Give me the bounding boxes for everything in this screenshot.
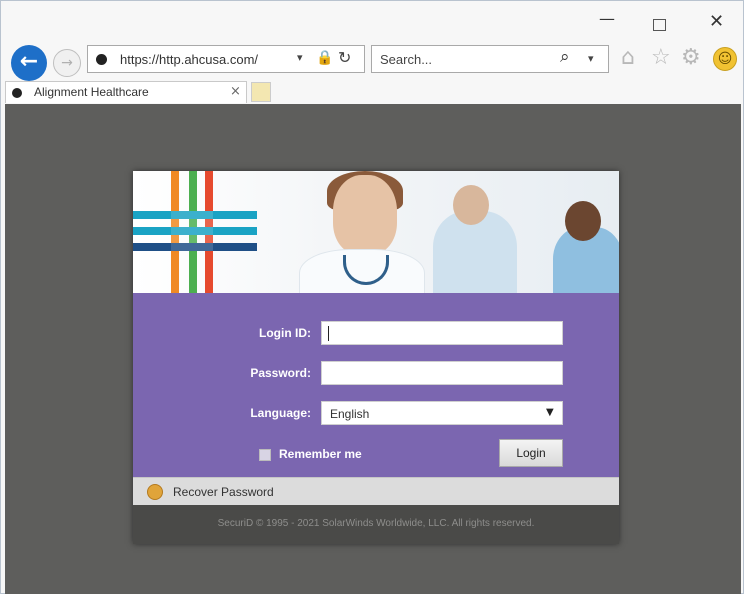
feedback-smiley-icon[interactable]: ☺ (713, 47, 737, 71)
forward-button[interactable]: → (53, 49, 81, 77)
patient-head-illustration (453, 185, 489, 225)
text-caret (328, 326, 329, 341)
search-input[interactable]: Search... (380, 52, 432, 67)
doctor-illustration (333, 175, 397, 255)
password-label: Password: (250, 366, 311, 380)
search-dropdown-icon[interactable]: ▾ (588, 52, 594, 65)
new-tab-button[interactable] (251, 82, 271, 102)
chevron-down-icon[interactable]: ▼ (546, 407, 554, 418)
copyright-text: SecuriD © 1995 - 2021 SolarWinds Worldwi… (217, 518, 535, 529)
remember-me-label[interactable]: Remember me (279, 447, 362, 461)
alignment-healthcare-logo (133, 171, 257, 293)
favorites-star-icon[interactable]: ☆ (651, 45, 671, 70)
settings-gear-icon[interactable]: ⚙ (681, 45, 701, 70)
header-banner (133, 171, 619, 293)
recover-password-icon[interactable] (147, 484, 163, 500)
language-selected-value: English (330, 407, 370, 421)
maximize-button[interactable] (653, 19, 666, 31)
tab-title: Alignment Healthcare (34, 85, 149, 99)
login-id-input[interactable] (321, 321, 563, 345)
address-dropdown-icon[interactable]: ▾ (297, 51, 303, 64)
refresh-icon[interactable]: ↻ (338, 48, 351, 67)
search-icon[interactable]: ⌕ (560, 47, 570, 67)
tab-alignment-healthcare[interactable]: Alignment Healthcare × (5, 81, 247, 103)
login-button[interactable]: Login (499, 439, 563, 467)
url-text[interactable]: https://http.ahcusa.com/ (120, 52, 258, 67)
login-dialog: Login ID: Password: Language: English ▼ … (133, 171, 619, 544)
lock-icon[interactable]: 🔒 (316, 50, 333, 66)
back-button[interactable]: ← (11, 45, 47, 81)
password-input[interactable] (321, 361, 563, 385)
language-select[interactable]: English ▼ (321, 401, 563, 425)
tab-favicon-icon (12, 88, 22, 98)
close-window-button[interactable]: ✕ (709, 11, 724, 32)
nurse-head-illustration (565, 201, 601, 241)
footer: SecuriD © 1995 - 2021 SolarWinds Worldwi… (133, 505, 619, 544)
browser-window: — ✕ ← → https://http.ahcusa.com/ ▾ 🔒 ↻ S… (0, 0, 744, 594)
minimize-button[interactable]: — (599, 9, 615, 28)
page-viewport: Login ID: Password: Language: English ▼ … (5, 104, 741, 594)
site-favicon-icon (96, 54, 107, 65)
tab-close-icon[interactable]: × (230, 84, 241, 99)
recover-password-bar[interactable]: Recover Password (133, 477, 619, 505)
remember-me-checkbox[interactable] (259, 449, 271, 461)
recover-password-link[interactable]: Recover Password (173, 485, 274, 499)
login-id-label: Login ID: (259, 326, 311, 340)
search-box[interactable]: Search... ⌕ ▾ (371, 45, 609, 73)
language-label: Language: (250, 406, 311, 420)
home-icon[interactable]: ⌂ (621, 45, 635, 70)
address-bar[interactable]: https://http.ahcusa.com/ ▾ 🔒 ↻ (87, 45, 365, 73)
login-form: Login ID: Password: Language: English ▼ … (133, 293, 619, 477)
